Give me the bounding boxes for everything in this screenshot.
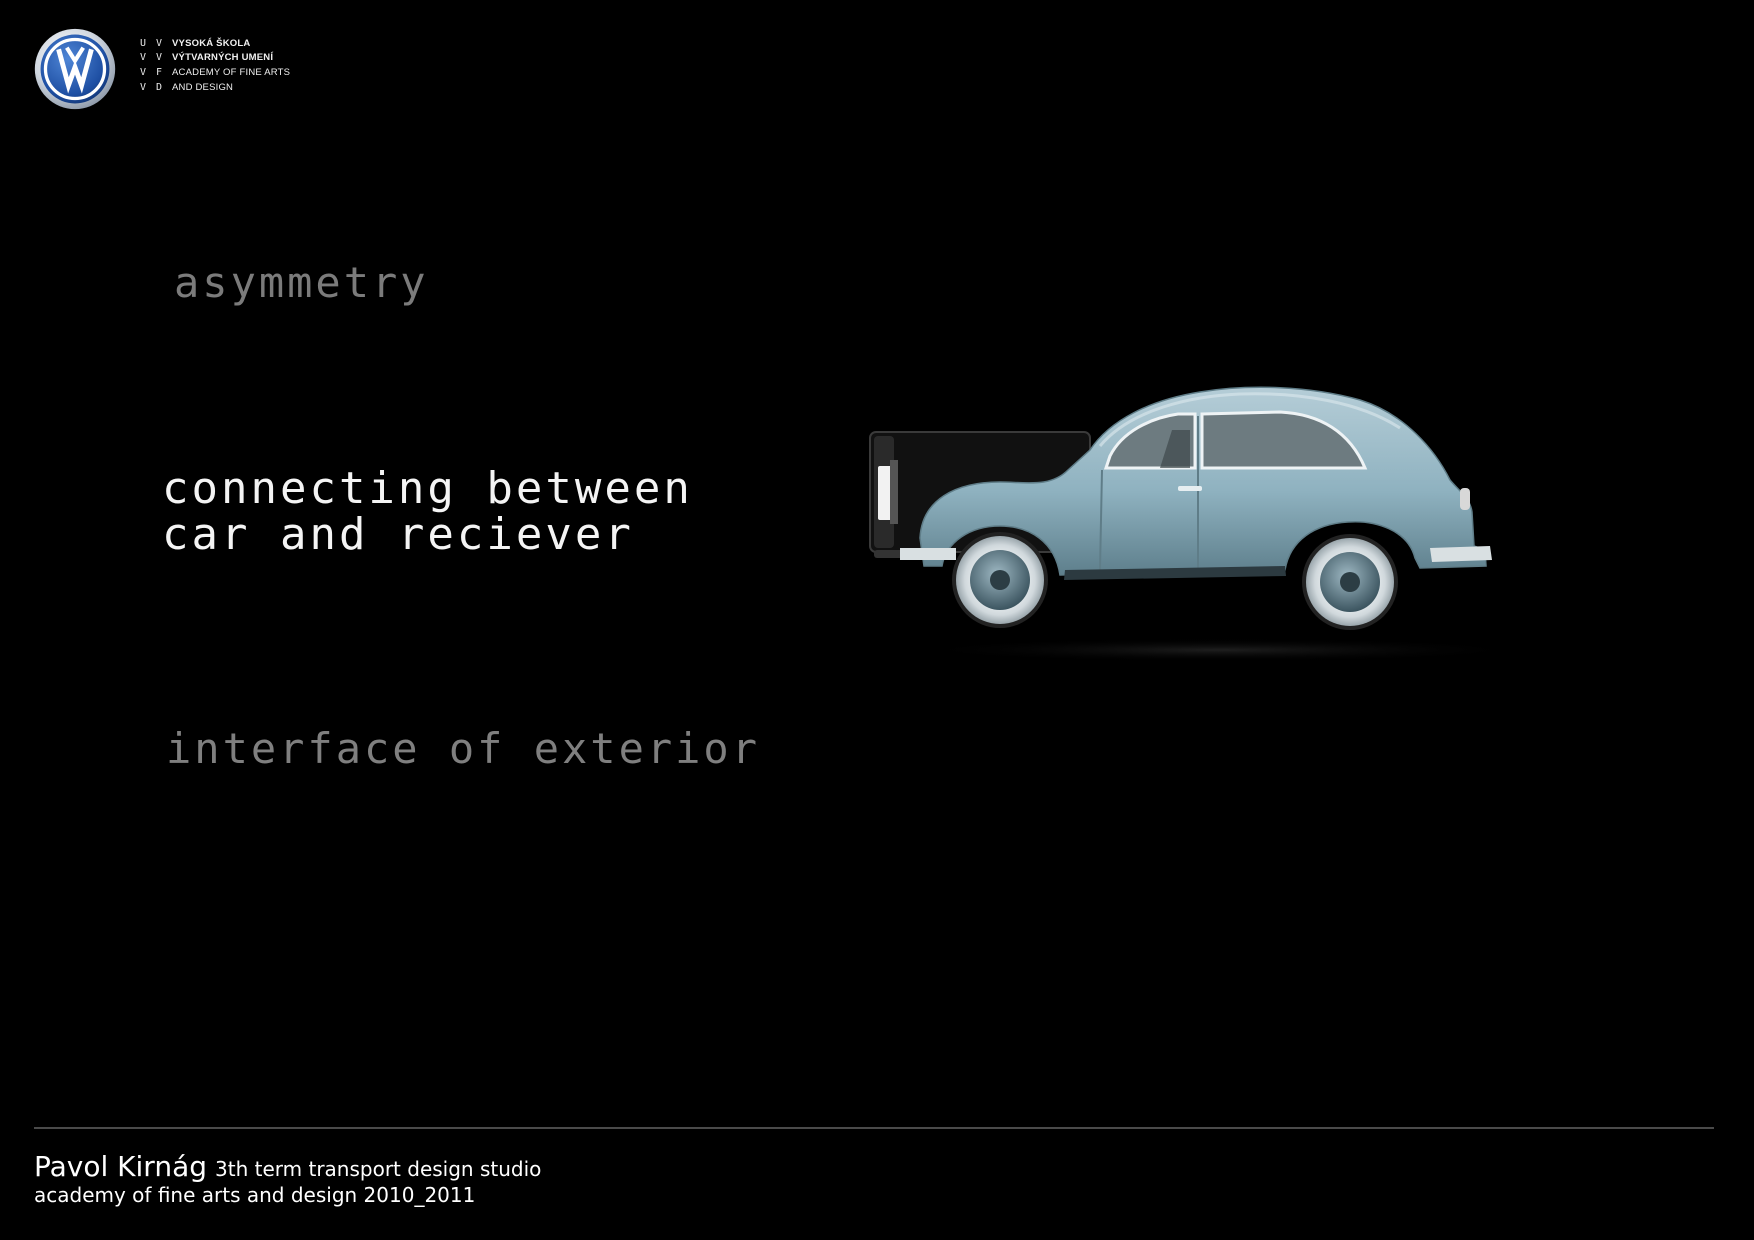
- heading-interface: interface of exterior: [166, 724, 761, 773]
- school-monogram: V F: [138, 67, 172, 78]
- school-row: V F ACADEMY OF FINE ARTS: [138, 65, 290, 79]
- monogram-letter: V: [139, 51, 147, 63]
- vw-beetle-car-icon: [869, 386, 1530, 660]
- monogram-letter: U: [139, 37, 147, 49]
- heading-connecting: connecting between car and reciever: [162, 466, 693, 558]
- school-row: U V VYSOKÁ ŠKOLA: [138, 36, 250, 50]
- school-monogram: V V: [138, 52, 172, 63]
- monogram-letter: V: [139, 81, 147, 93]
- school-monogram: U V: [138, 38, 172, 49]
- school-row: V V VÝTVARNÝCH UMENÍ: [138, 50, 273, 64]
- monogram-letter: V: [155, 37, 163, 49]
- school-name-line: VÝTVARNÝCH UMENÍ: [172, 51, 274, 63]
- heading-asymmetry: asymmetry: [174, 258, 429, 307]
- footer-credit-line: Pavol Kirnág 3th term transport design s…: [34, 1150, 541, 1183]
- footer-divider: [34, 1127, 1714, 1129]
- monogram-letter: D: [155, 81, 163, 93]
- school-monogram: V D: [138, 82, 172, 93]
- school-name-line: VYSOKÁ ŠKOLA: [172, 37, 251, 49]
- monogram-letter: F: [155, 66, 163, 78]
- volkswagen-logo-icon: [34, 28, 116, 110]
- heading-connecting-line2: car and reciever: [162, 509, 634, 560]
- author-name: Pavol Kirnág: [34, 1150, 208, 1183]
- school-name-line: AND DESIGN: [172, 81, 234, 93]
- monogram-letter: V: [155, 51, 163, 63]
- institution-year: academy of fine arts and design 2010_201…: [34, 1183, 476, 1207]
- school-row: V D AND DESIGN: [138, 80, 233, 94]
- course-description: 3th term transport design studio: [215, 1157, 542, 1181]
- school-logo: U V VYSOKÁ ŠKOLA V V VÝTVARNÝCH UMENÍ V …: [138, 36, 298, 106]
- heading-connecting-line1: connecting between: [162, 463, 693, 514]
- school-name-line: ACADEMY OF FINE ARTS: [172, 66, 291, 78]
- monogram-letter: V: [139, 66, 147, 78]
